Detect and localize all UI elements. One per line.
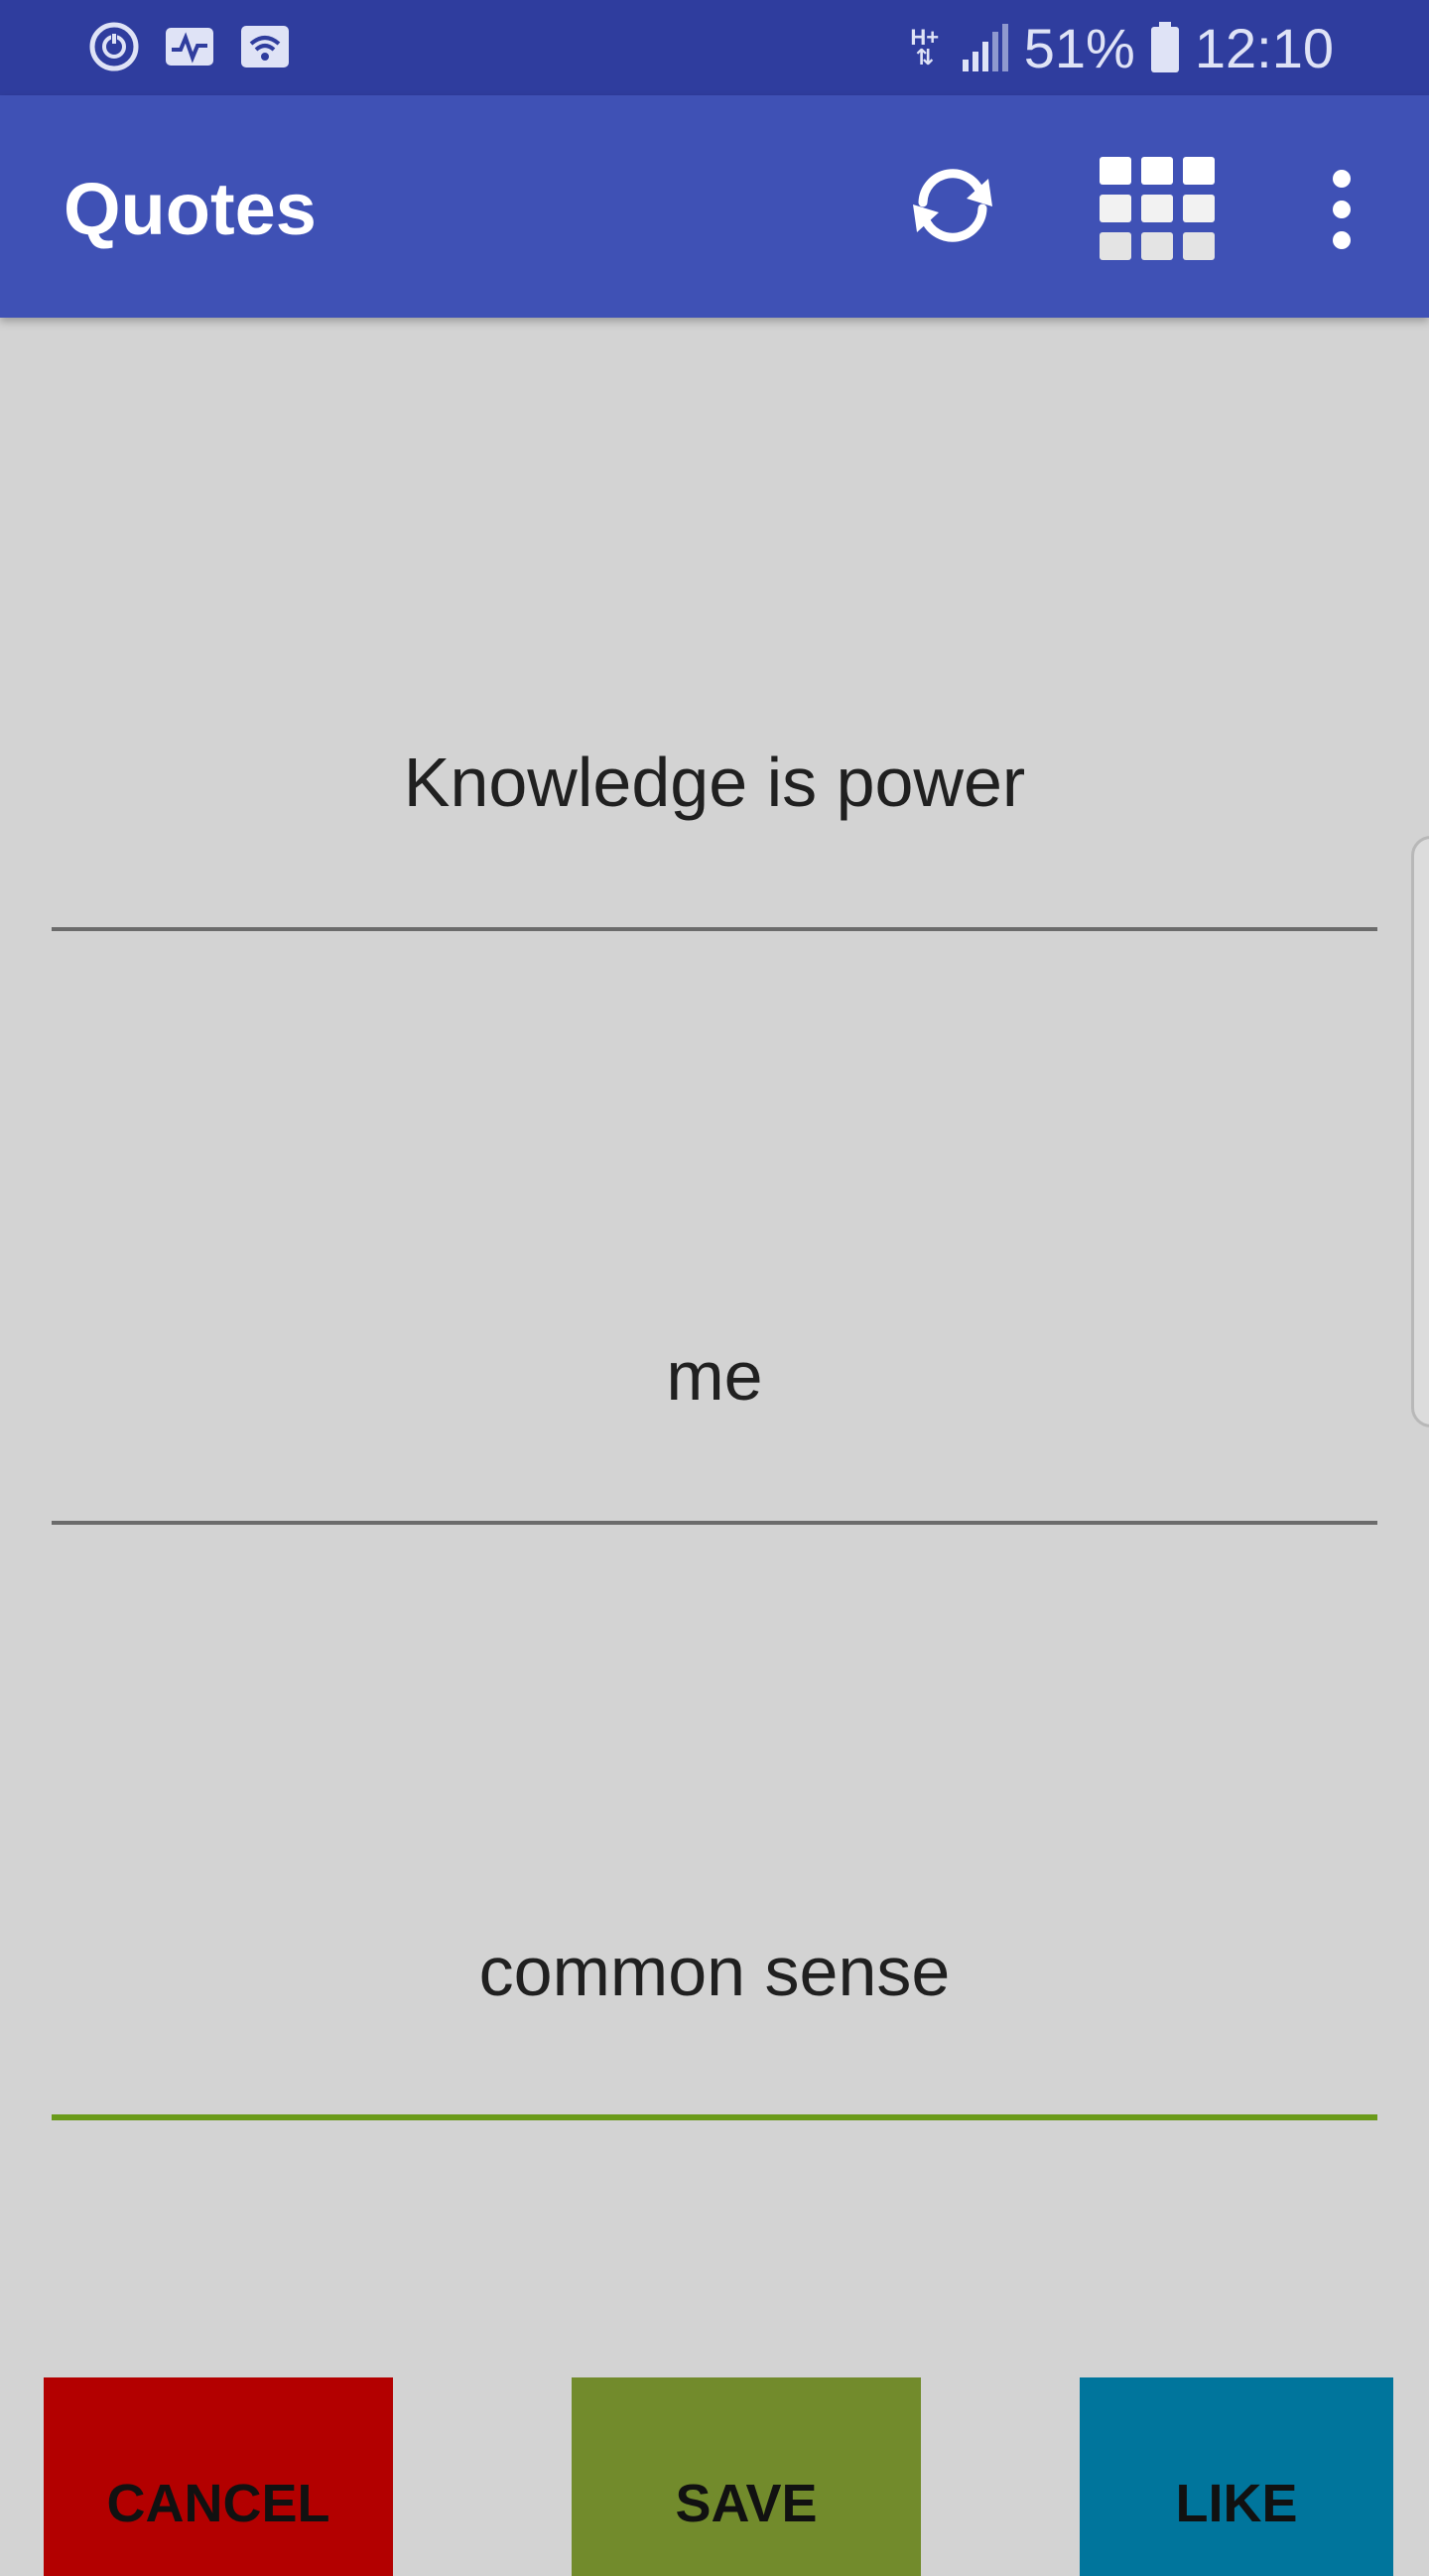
quote-text-value: Knowledge is power (403, 744, 1026, 821)
signal-icon (962, 24, 1008, 71)
grid-icon[interactable] (1096, 153, 1219, 264)
author-value: me (666, 1337, 763, 1415)
field-underline (52, 1521, 1377, 1525)
sync-circle-icon (89, 22, 139, 71)
system-indicators: H+ ⇅ 51% 12:10 (905, 14, 1334, 81)
save-button-label: SAVE (675, 2474, 818, 2533)
edge-panel-handle[interactable] (1411, 836, 1429, 1427)
category-value: common sense (478, 1933, 951, 2010)
cancel-button-label: CANCEL (106, 2474, 330, 2533)
app-bar: Quotes (0, 95, 1429, 318)
author-field[interactable]: me (52, 1336, 1377, 1525)
refresh-icon[interactable] (903, 155, 1002, 254)
wifi-box-icon (241, 26, 289, 68)
network-type: H+ ⇅ (910, 25, 940, 69)
battery-icon (1150, 22, 1179, 72)
network-type-label: H+ (910, 25, 940, 50)
more-vert-icon[interactable] (1315, 165, 1368, 254)
save-button[interactable]: SAVE (572, 2377, 921, 2576)
status-bar: H+ ⇅ 51% 12:10 (0, 0, 1429, 95)
app-title: Quotes (64, 168, 317, 250)
clock: 12:10 (1194, 16, 1334, 79)
battery-percent: 51% (1023, 16, 1135, 79)
like-button-label: LIKE (1175, 2474, 1298, 2533)
quote-text-field[interactable]: Knowledge is power (52, 743, 1377, 931)
category-field[interactable]: common sense (52, 1932, 1377, 2120)
like-button[interactable]: LIKE (1080, 2377, 1393, 2576)
activity-monitor-icon (166, 28, 213, 66)
field-underline-focused (52, 2114, 1377, 2120)
notification-icons (87, 20, 292, 73)
field-underline (52, 927, 1377, 931)
cancel-button[interactable]: CANCEL (44, 2377, 393, 2576)
